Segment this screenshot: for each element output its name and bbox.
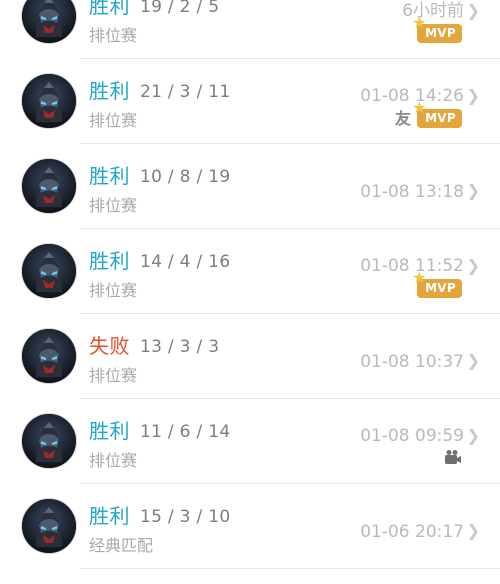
- hero-avatar-icon: [22, 0, 76, 43]
- kda-score: 10 / 8 / 19: [140, 167, 231, 187]
- mvp-badge: ★ MVP: [412, 270, 462, 298]
- hero-avatar-icon: [22, 159, 76, 213]
- badge-group: [444, 449, 462, 465]
- match-result: 失败: [89, 334, 130, 358]
- match-row[interactable]: 胜利 11 / 6 / 14 排位赛 01-08 09:59 ❯: [0, 399, 500, 484]
- match-row[interactable]: 胜利 15 / 3 / 10 经典匹配 01-06 20:17 ❯: [0, 484, 500, 569]
- chevron-right-icon[interactable]: ❯: [467, 88, 480, 104]
- chevron-right-icon[interactable]: ❯: [467, 523, 480, 539]
- match-row[interactable]: 失败 13 / 3 / 3 排位赛 01-08 10:37 ❯: [0, 314, 500, 399]
- game-mode: 排位赛: [89, 196, 138, 215]
- game-mode: 排位赛: [89, 281, 138, 300]
- mvp-label: MVP: [425, 111, 456, 125]
- game-mode: 排位赛: [89, 26, 138, 45]
- game-mode: 排位赛: [89, 451, 138, 470]
- game-mode: 经典匹配: [89, 536, 154, 555]
- kda-score: 11 / 6 / 14: [140, 422, 231, 442]
- mvp-badge: ★ MVP: [412, 100, 462, 128]
- match-time: 01-08 10:37: [360, 352, 464, 372]
- chevron-right-icon[interactable]: ❯: [467, 183, 480, 199]
- game-mode: 排位赛: [89, 366, 138, 385]
- kda-score: 21 / 3 / 11: [140, 82, 231, 102]
- badge-group: ★ MVP: [412, 270, 462, 298]
- match-result: 胜利: [89, 249, 130, 273]
- match-result: 胜利: [89, 504, 130, 528]
- kda-score: 19 / 2 / 5: [140, 0, 220, 17]
- match-result: 胜利: [89, 419, 130, 443]
- kda-score: 14 / 4 / 16: [140, 252, 231, 272]
- match-history-list: 胜利 19 / 2 / 5 排位赛 6小时前 ❯ ★ MVP 胜利 21 / 3…: [0, 0, 500, 569]
- match-row[interactable]: 胜利 14 / 4 / 16 排位赛 01-08 11:52 ❯ ★ MVP: [0, 229, 500, 314]
- friend-badge: 友: [395, 108, 412, 128]
- mvp-badge: ★ MVP: [412, 15, 462, 43]
- hero-avatar-icon: [22, 414, 76, 468]
- mvp-label: MVP: [425, 26, 456, 40]
- game-mode: 排位赛: [89, 111, 138, 130]
- chevron-right-icon[interactable]: ❯: [467, 3, 480, 19]
- star-icon: ★: [412, 268, 427, 287]
- match-result: 胜利: [89, 164, 130, 188]
- kda-score: 15 / 3 / 10: [140, 507, 231, 527]
- star-icon: ★: [412, 98, 427, 117]
- match-row[interactable]: 胜利 21 / 3 / 11 排位赛 01-08 14:26 ❯ 友 ★ MVP: [0, 59, 500, 144]
- match-result: 胜利: [89, 79, 130, 103]
- chevron-right-icon[interactable]: ❯: [467, 353, 480, 369]
- hero-avatar-icon: [22, 329, 76, 383]
- video-camera-icon[interactable]: [444, 449, 462, 465]
- match-result: 胜利: [89, 0, 130, 18]
- chevron-right-icon[interactable]: ❯: [467, 258, 480, 274]
- badge-group: 友 ★ MVP: [395, 100, 462, 128]
- hero-avatar-icon: [22, 74, 76, 128]
- chevron-right-icon[interactable]: ❯: [467, 428, 480, 444]
- match-row[interactable]: 胜利 10 / 8 / 19 排位赛 01-08 13:18 ❯: [0, 144, 500, 229]
- kda-score: 13 / 3 / 3: [140, 337, 220, 357]
- match-time: 01-08 09:59: [360, 426, 464, 446]
- match-row[interactable]: 胜利 19 / 2 / 5 排位赛 6小时前 ❯ ★ MVP: [0, 0, 500, 59]
- badge-group: ★ MVP: [412, 15, 462, 43]
- match-time: 01-08 13:18: [360, 182, 464, 202]
- star-icon: ★: [412, 13, 427, 32]
- mvp-label: MVP: [425, 281, 456, 295]
- match-time: 01-06 20:17: [360, 522, 464, 542]
- hero-avatar-icon: [22, 499, 76, 553]
- hero-avatar-icon: [22, 244, 76, 298]
